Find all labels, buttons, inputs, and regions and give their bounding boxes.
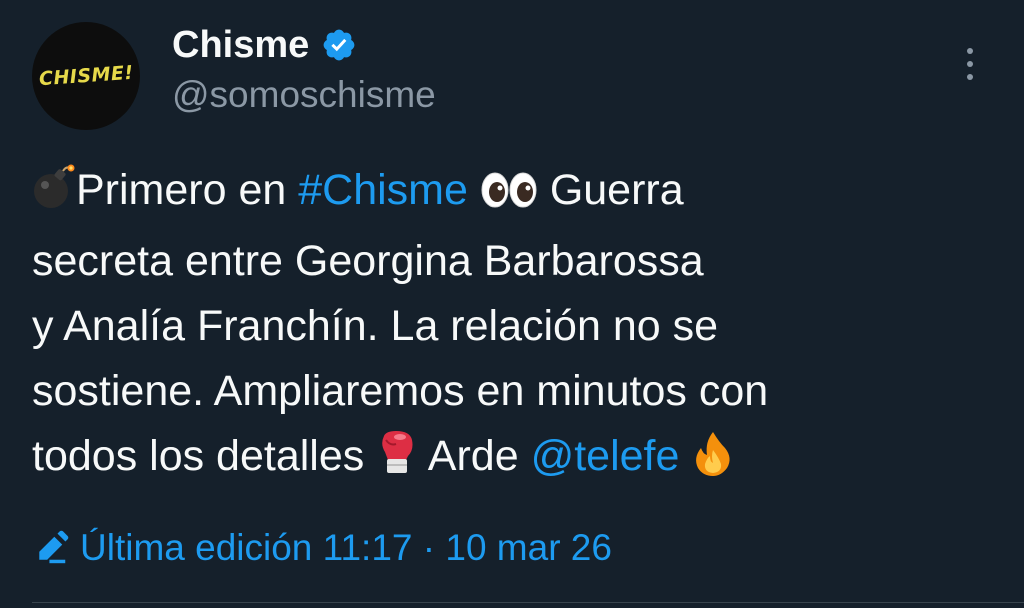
avatar-logo-text: CHISME!: [38, 61, 134, 91]
bomb-emoji: [32, 164, 76, 229]
tweet-text: Primero en #Chisme Guerra secreta entre …: [32, 158, 992, 495]
fire-emoji: [691, 430, 735, 495]
tweet-line-1: Primero en #Chisme Guerra: [32, 158, 992, 229]
tweet-text-segment: todos los detalles: [32, 432, 377, 480]
pencil-icon: [32, 529, 70, 567]
more-vertical-icon: [967, 48, 973, 54]
edit-history-link[interactable]: Última edición 11:17 · 10 mar 26: [32, 520, 612, 576]
tweet-text-segment: Arde: [418, 432, 531, 480]
author-name-row: Chisme: [172, 20, 357, 70]
avatar[interactable]: CHISME!: [32, 22, 140, 130]
tweet-line-3: y Analía Franchín. La relación no se: [32, 302, 719, 350]
tweet-text-segment: [468, 166, 480, 214]
mention-link[interactable]: @telefe: [531, 432, 680, 480]
more-vertical-icon-dot: [967, 74, 973, 80]
tweet-card: CHISME! Chisme @somoschisme Primero en #…: [0, 0, 1024, 608]
author-display-name[interactable]: Chisme: [172, 24, 309, 67]
boxing-glove-emoji: [376, 430, 418, 495]
tweet-line-2: secreta entre Georgina Barbarossa: [32, 237, 704, 285]
hashtag-link[interactable]: #Chisme: [298, 166, 468, 214]
tweet-text-segment: Primero en: [76, 166, 299, 214]
verified-badge-icon[interactable]: [321, 27, 357, 63]
tweet-line-5: todos los detalles Arde @telefe: [32, 424, 992, 495]
eyes-emoji: [480, 164, 538, 229]
tweet-text-segment: Guerra: [537, 166, 684, 214]
more-vertical-icon-dot: [967, 61, 973, 67]
author-handle[interactable]: @somoschisme: [172, 74, 436, 116]
tweet-text-segment: [679, 432, 691, 480]
edit-timestamp: Última edición 11:17 · 10 mar 26: [80, 527, 612, 568]
more-options-button[interactable]: [950, 40, 990, 88]
tweet-line-4: sostiene. Ampliaremos en minutos con: [32, 367, 769, 415]
divider: [32, 602, 1024, 603]
